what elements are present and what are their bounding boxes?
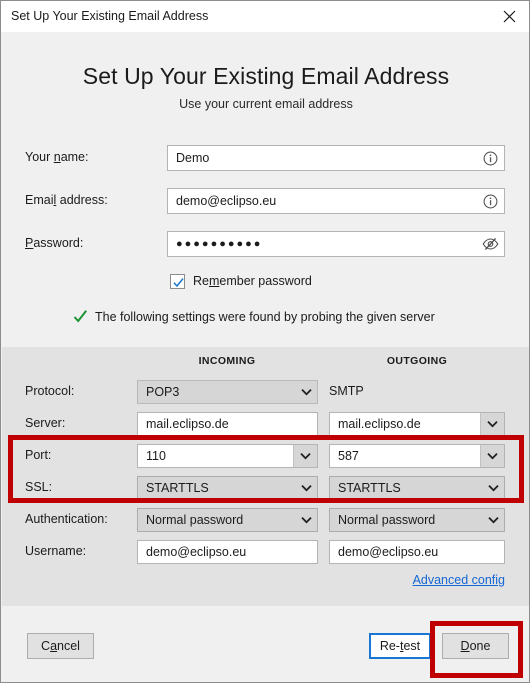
email-address-row: Email address: demo@eclipso.eu [1,188,529,214]
authentication-incoming-select[interactable]: Normal password [137,508,318,532]
password-value: ●●●●●●●●●● [176,238,263,250]
server-outgoing-combo[interactable]: mail.eclipso.de [329,412,505,436]
remember-password-row: Remember password [1,273,529,293]
advanced-config-link[interactable]: Advanced config [329,573,505,587]
your-name-row: Your name: Demo [1,145,529,171]
authentication-incoming-value: Normal password [146,513,244,527]
port-outgoing-combo[interactable]: 587 [329,444,505,468]
password-label: Password: [25,236,84,250]
page-subtitle: Use your current email address [179,97,353,111]
remember-password-checkbox[interactable] [170,274,185,289]
cancel-button[interactable]: Cancel [27,633,94,659]
your-name-label: Your name: [25,150,89,164]
chevron-down-icon[interactable] [295,477,317,499]
chevron-down-icon[interactable] [482,477,504,499]
username-label: Username: [25,544,87,558]
chevron-down-icon [295,381,317,403]
ssl-outgoing-select[interactable]: STARTTLS [329,476,505,500]
server-settings-panel: INCOMING OUTGOING Protocol: POP3 SMTP Se… [2,347,529,606]
username-outgoing-value: demo@eclipso.eu [338,545,439,559]
page-title: Set Up Your Existing Email Address [82,63,450,89]
chevron-down-icon[interactable] [295,509,317,531]
port-incoming-combo[interactable]: 110 [137,444,318,468]
protocol-label: Protocol: [25,384,75,398]
server-incoming-input[interactable]: mail.eclipso.de [137,412,318,436]
your-name-field[interactable]: Demo [167,145,505,171]
column-header-outgoing: OUTGOING [386,355,448,367]
authentication-outgoing-select[interactable]: Normal password [329,508,505,532]
checkmark-icon [173,278,184,288]
email-address-label: Email address: [25,193,108,207]
username-incoming-value: demo@eclipso.eu [146,545,247,559]
your-name-value: Demo [176,151,210,165]
port-row: Port: 110 587 [2,444,529,468]
username-incoming-input[interactable]: demo@eclipso.eu [137,540,318,564]
port-label: Port: [25,448,52,462]
server-outgoing-value: mail.eclipso.de [338,417,421,431]
password-field[interactable]: ●●●●●●●●●● [167,231,505,257]
close-icon[interactable] [487,1,529,31]
retest-button-label: Re-test [379,639,421,653]
email-address-value: demo@eclipso.eu [176,194,277,208]
port-outgoing-value: 587 [338,449,359,463]
protocol-incoming-value: POP3 [146,385,180,399]
server-row: Server: mail.eclipso.de mail.eclipso.de [2,412,529,436]
chevron-down-icon[interactable] [480,445,504,467]
window-title: Set Up Your Existing Email Address [11,9,209,23]
probe-status-text: The following settings were found by pro… [95,310,435,324]
authentication-outgoing-value: Normal password [338,513,436,527]
title-bar: Set Up Your Existing Email Address [1,1,529,32]
port-incoming-value: 110 [146,449,166,463]
chevron-down-icon[interactable] [480,413,504,435]
chevron-down-icon[interactable] [293,445,317,467]
ssl-outgoing-value: STARTTLS [338,481,401,495]
advanced-config-label: Advanced config [412,573,505,587]
probe-status-row: The following settings were found by pro… [1,309,529,329]
protocol-outgoing-value: SMTP [329,384,364,398]
done-button-label: Done [460,639,491,653]
cancel-button-label: Cancel [41,639,80,653]
authentication-row: Authentication: Normal password Normal p… [2,508,529,532]
ssl-row: SSL: STARTTLS STARTTLS [2,476,529,500]
done-button[interactable]: Done [442,633,509,659]
authentication-label: Authentication: [25,512,108,526]
server-incoming-value: mail.eclipso.de [146,417,229,431]
column-header-incoming: INCOMING [198,355,256,367]
info-icon[interactable] [476,189,504,213]
chevron-down-icon[interactable] [482,509,504,531]
username-outgoing-input[interactable]: demo@eclipso.eu [329,540,505,564]
retest-button[interactable]: Re-test [369,633,431,659]
ssl-incoming-select[interactable]: STARTTLS [137,476,318,500]
green-checkmark-icon [73,309,88,327]
protocol-incoming-select[interactable]: POP3 [137,380,318,404]
eye-off-icon[interactable] [476,232,504,256]
email-setup-dialog: Set Up Your Existing Email Address Set U… [0,0,530,683]
ssl-incoming-value: STARTTLS [146,481,209,495]
username-row: Username: demo@eclipso.eu demo@eclipso.e… [2,540,529,564]
ssl-label: SSL: [25,480,53,494]
remember-password-label[interactable]: Remember password [193,274,312,288]
info-icon[interactable] [476,146,504,170]
password-row: Password: ●●●●●●●●●● [1,231,529,257]
email-address-field[interactable]: demo@eclipso.eu [167,188,505,214]
server-label: Server: [25,416,66,430]
protocol-row: Protocol: POP3 SMTP [2,380,529,404]
